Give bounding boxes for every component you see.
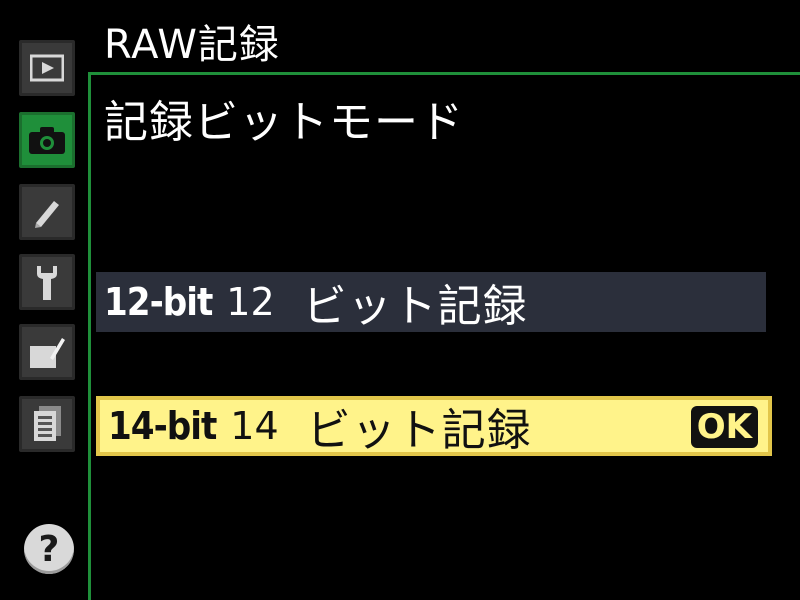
playback-icon — [30, 54, 64, 82]
pencil-icon — [35, 201, 59, 228]
tab-recent-settings[interactable] — [19, 396, 75, 452]
option-12-bit[interactable]: 12-bit 12 ビット記録 — [96, 272, 766, 332]
menu-frame-left — [88, 72, 91, 600]
camera-icon — [29, 127, 65, 154]
tab-custom-settings[interactable] — [19, 184, 75, 240]
option-bit-label: 14-bit — [108, 404, 217, 448]
tab-shooting-menu[interactable] — [19, 112, 75, 168]
retouch-icon — [30, 338, 65, 368]
option-description: ビット記録 — [306, 405, 532, 456]
menu-frame-top — [88, 72, 800, 75]
tab-setup-menu[interactable] — [19, 254, 75, 310]
option-bit-label: 12-bit — [104, 280, 213, 324]
recent-settings-icon — [34, 406, 61, 441]
section-title: 記録ビットモード — [104, 97, 464, 148]
option-number: 14 — [230, 404, 279, 448]
option-number: 12 — [226, 280, 275, 324]
option-description: ビット記録 — [302, 281, 528, 332]
help-icon: ? — [38, 528, 60, 570]
ok-confirm-badge[interactable]: OK — [690, 406, 758, 448]
option-14-bit[interactable]: 14-bit 14 ビット記録 OK — [96, 396, 772, 456]
page-title: RAW記録 — [104, 22, 280, 68]
tab-retouch-menu[interactable] — [19, 324, 75, 380]
wrench-icon — [37, 266, 57, 300]
tab-playback-menu[interactable] — [19, 40, 75, 96]
help-button[interactable]: ? — [24, 524, 74, 574]
